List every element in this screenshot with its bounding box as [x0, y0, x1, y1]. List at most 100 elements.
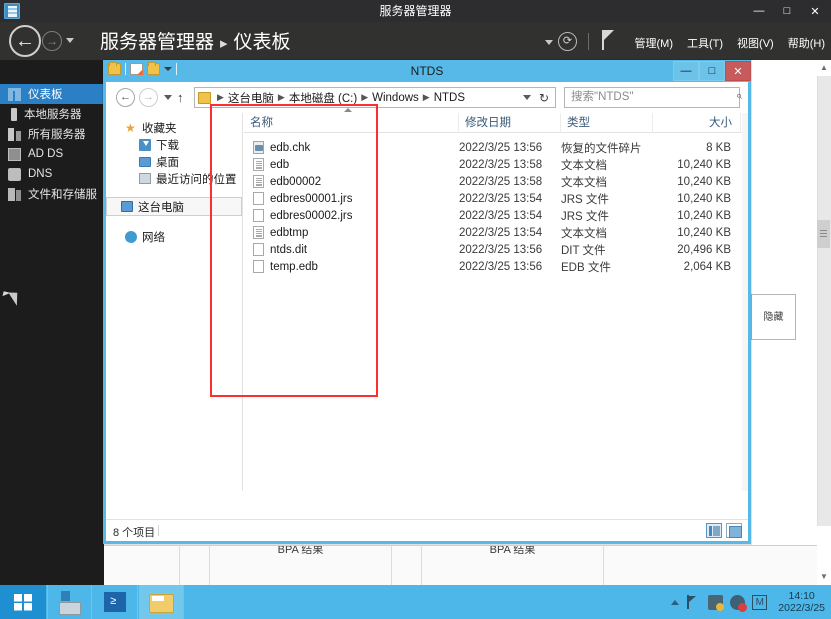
- taskbar-item-powershell[interactable]: [93, 585, 138, 619]
- crumb-ntds[interactable]: NTDS: [434, 92, 465, 104]
- show-hidden-icons-icon[interactable]: [671, 599, 680, 605]
- column-header-type[interactable]: 类型: [561, 112, 653, 133]
- flag-icon[interactable]: [602, 30, 615, 50]
- table-row[interactable]: edbres00002.jrs 2022/3/25 13:54 JRS 文件 1…: [244, 207, 742, 224]
- menu-item-tools[interactable]: 工具(T): [687, 35, 723, 51]
- address-crumbs: ▶ 这台电脑 ▶ 本地磁盘 (C:) ▶ Windows ▶ NTDS: [211, 90, 465, 106]
- refresh-icon[interactable]: ↻: [539, 91, 549, 105]
- panel-cell: [104, 545, 180, 585]
- explorer-navigation-pane: ★ 收藏夹 下载 桌面 最近访问的位置 这台电脑 网络: [106, 113, 243, 491]
- file-list-scrollbar[interactable]: [742, 113, 748, 491]
- crumb-local-disk[interactable]: 本地磁盘 (C:): [289, 90, 357, 106]
- scroll-up-arrow[interactable]: ▲: [817, 60, 831, 76]
- m-icon[interactable]: M: [752, 594, 768, 610]
- sidebar-item-label: AD DS: [28, 148, 64, 160]
- crumb-this-pc[interactable]: 这台电脑: [228, 90, 274, 106]
- file-name-cell: edb.chk: [244, 141, 459, 154]
- file-name-cell: edb00002: [244, 175, 459, 188]
- file-size: 10,240 KB: [677, 209, 731, 222]
- close-button[interactable]: ✕: [801, 1, 829, 21]
- system-tray: M 14:10 2022/3/25: [671, 585, 831, 619]
- file-date: 2022/3/25 13:58: [459, 158, 543, 171]
- file-name-cell: temp.edb: [244, 260, 459, 273]
- menu-item-manage[interactable]: 管理(M): [635, 35, 674, 51]
- maximize-button[interactable]: □: [699, 61, 725, 81]
- column-header-date[interactable]: 修改日期: [459, 112, 561, 133]
- sidebar-item-dashboard[interactable]: 仪表板: [0, 84, 104, 104]
- close-button[interactable]: ✕: [725, 61, 751, 81]
- panel-cell: [392, 545, 422, 585]
- address-back-button[interactable]: ←: [116, 88, 135, 107]
- table-row[interactable]: edb.chk 2022/3/25 13:56 恢复的文件碎片 8 KB: [244, 139, 742, 156]
- back-button[interactable]: ←: [9, 25, 41, 57]
- crumb-separator: ▶: [422, 92, 430, 102]
- server-manager-titlebar: 服务器管理器 — □ ✕: [0, 0, 831, 22]
- file-storage-icon: [8, 187, 21, 201]
- address-forward-button[interactable]: →: [139, 88, 158, 107]
- nav-downloads[interactable]: 下载: [106, 136, 242, 153]
- network-icon[interactable]: [708, 594, 725, 611]
- table-row[interactable]: edbtmp 2022/3/25 13:54 文本文档 10,240 KB: [244, 224, 742, 241]
- sidebar-item-label: 本地服务器: [24, 109, 82, 121]
- up-button[interactable]: ↑: [177, 90, 184, 105]
- file-name: edb: [270, 158, 290, 171]
- table-row[interactable]: edb00002 2022/3/25 13:58 文本文档 10,240 KB: [244, 173, 742, 190]
- minimize-button[interactable]: —: [745, 1, 773, 21]
- scrollbar-track[interactable]: [817, 76, 831, 526]
- start-button[interactable]: [0, 585, 46, 619]
- flag-icon[interactable]: [686, 594, 701, 610]
- search-icon[interactable]: ⌕: [718, 90, 742, 103]
- sidebar-item-ad-ds[interactable]: AD DS: [0, 144, 104, 164]
- file-name-cell: ntds.dit: [244, 243, 459, 256]
- nav-network[interactable]: 网络: [106, 228, 242, 245]
- chevron-down-icon[interactable]: [523, 95, 531, 100]
- table-row[interactable]: edbres00001.jrs 2022/3/25 13:54 JRS 文件 1…: [244, 190, 742, 207]
- column-label: 名称: [250, 116, 273, 129]
- nav-recent-places[interactable]: 最近访问的位置: [106, 170, 242, 187]
- file-name: edb00002: [270, 175, 322, 188]
- table-row[interactable]: edb 2022/3/25 13:58 文本文档 10,240 KB: [244, 156, 742, 173]
- file-name: edbres00001.jrs: [270, 192, 353, 205]
- sidebar-item-local-server[interactable]: 本地服务器: [0, 104, 104, 124]
- ad-ds-icon: [8, 147, 21, 161]
- panel-cell: [180, 545, 210, 585]
- chevron-down-icon[interactable]: [66, 38, 74, 43]
- tiles-view-icon[interactable]: [726, 523, 742, 538]
- recent-locations-icon[interactable]: [164, 95, 172, 100]
- maximize-button[interactable]: □: [773, 1, 801, 21]
- file-type: JRS 文件: [561, 210, 609, 223]
- file-name: temp.edb: [270, 260, 318, 273]
- server-manager-command-bar: ← → 服务器管理器 ▸ 仪表板 ⟳ 管理(M) 工具(T) 视图(V) 帮助(H): [0, 22, 831, 60]
- sidebar-item-all-servers[interactable]: 所有服务器: [0, 124, 104, 144]
- address-field[interactable]: ▶ 这台电脑 ▶ 本地磁盘 (C:) ▶ Windows ▶ NTDS ↻: [194, 87, 556, 108]
- nav-favorites[interactable]: ★ 收藏夹: [106, 119, 242, 136]
- scrollbar-thumb[interactable]: [817, 220, 830, 248]
- sidebar-item-dns[interactable]: DNS: [0, 164, 104, 184]
- sidebar-item-file-storage[interactable]: 文件和存储服: [0, 184, 104, 204]
- volume-icon[interactable]: [730, 594, 748, 612]
- menu-item-view[interactable]: 视图(V): [737, 35, 774, 51]
- nav-desktop[interactable]: 桌面: [106, 153, 242, 170]
- column-header-size[interactable]: 大小: [653, 112, 741, 133]
- taskbar-item-server-manager[interactable]: [47, 585, 92, 619]
- content-scrollbar[interactable]: ▲ ▼: [817, 60, 831, 585]
- table-row[interactable]: temp.edb 2022/3/25 13:56 EDB 文件 2,064 KB: [244, 258, 742, 275]
- hide-button[interactable]: 隐藏: [751, 294, 796, 340]
- nav-this-pc[interactable]: 这台电脑: [106, 197, 242, 216]
- minimize-button[interactable]: —: [673, 61, 699, 81]
- file-date: 2022/3/25 13:56: [459, 141, 543, 154]
- column-header-name[interactable]: 名称: [244, 107, 459, 133]
- menu-item-help[interactable]: 帮助(H): [788, 35, 825, 51]
- search-input[interactable]: 搜索"NTDS": [564, 87, 740, 108]
- generic-file-icon: [253, 260, 264, 273]
- chevron-down-icon[interactable]: [545, 40, 553, 45]
- clock[interactable]: 14:10 2022/3/25: [774, 590, 825, 614]
- refresh-icon[interactable]: ⟳: [558, 32, 577, 51]
- forward-button[interactable]: →: [42, 31, 62, 51]
- details-view-icon[interactable]: [706, 523, 722, 538]
- breadcrumb-root[interactable]: 服务器管理器: [100, 32, 214, 53]
- taskbar-item-file-explorer[interactable]: [139, 585, 184, 619]
- table-row[interactable]: ntds.dit 2022/3/25 13:56 DIT 文件 20,496 K…: [244, 241, 742, 258]
- crumb-windows[interactable]: Windows: [372, 92, 419, 104]
- scroll-down-arrow[interactable]: ▼: [817, 569, 831, 585]
